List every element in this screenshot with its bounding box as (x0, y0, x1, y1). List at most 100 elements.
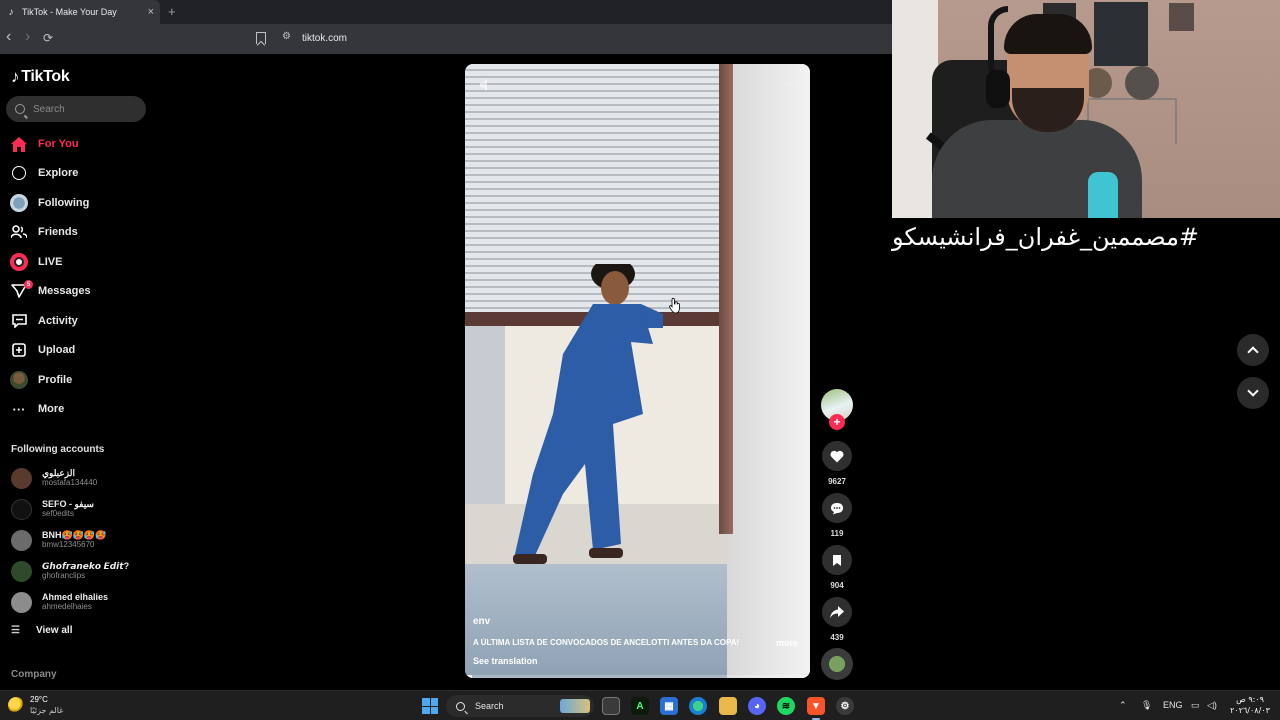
following-accounts-title: Following accounts (11, 444, 105, 455)
next-video-button[interactable] (1237, 377, 1269, 409)
back-icon[interactable]: ‹ (6, 28, 11, 46)
reload-icon[interactable]: ⟳ (43, 31, 53, 45)
logo-text: TikTok (21, 68, 70, 85)
messages-badge: 5 (24, 280, 33, 289)
account-name: SEFO - سيفو (42, 499, 94, 509)
sidebar-item-label: More (38, 403, 65, 415)
search-icon (456, 701, 465, 711)
sidebar-item-following[interactable]: Following (10, 192, 89, 214)
brave-browser-icon[interactable]: ▼ (807, 697, 825, 720)
account-item[interactable]: SEFO - سيفو sef0edits (11, 496, 94, 522)
mouse-cursor-icon (669, 298, 680, 314)
tray-overflow-icon[interactable]: ⌃ (1119, 700, 1127, 711)
account-handle: sef0edits (42, 509, 75, 518)
follow-button[interactable]: + (829, 414, 845, 430)
sidebar-item-activity[interactable]: Activity (10, 310, 78, 332)
search-placeholder: Search (33, 103, 65, 115)
microphone-icon[interactable]: 🎙 (1141, 700, 1152, 711)
task-view-icon[interactable] (602, 697, 620, 715)
video-player[interactable]: ··· env A ÚLTIMA LISTA DE CONVOCADOS DE … (465, 64, 810, 678)
app-icon-a[interactable]: A (631, 697, 649, 715)
tiktok-logo[interactable]: ♪ TikTok (11, 67, 70, 87)
view-all-button[interactable]: ☰ View all (11, 625, 72, 636)
account-item[interactable]: 𝙂𝙝𝙤𝙛𝙧𝙖𝙣𝙚𝙠𝙤 𝙀𝙙𝙞𝙩? ghofranclips (11, 558, 129, 584)
browser-tab[interactable]: ♪ TikTok - Make Your Day × (0, 0, 160, 24)
windows-taskbar: 29°C غالم جزئيًا Search A ▦ ◕ ≋ ▼ ⚙ ⌃ 🎙 … (0, 690, 1280, 720)
search-input[interactable]: Search (6, 96, 146, 122)
friends-icon (10, 223, 28, 241)
start-button[interactable] (422, 698, 438, 714)
account-item[interactable]: Ahmed elhalies ahmedelhaies (11, 589, 108, 615)
store-icon[interactable]: ▦ (660, 697, 678, 715)
sidebar-item-profile[interactable]: Profile (10, 369, 72, 391)
temperature: 29°C (30, 695, 48, 704)
file-explorer-icon[interactable] (719, 697, 737, 715)
video-options-icon[interactable]: ··· (783, 76, 796, 91)
url-field[interactable]: tiktok.com (302, 33, 347, 44)
account-handle: mostafa134440 (42, 478, 98, 487)
video-person (513, 264, 663, 564)
bookmark-icon[interactable] (256, 32, 266, 44)
sidebar-item-label: Friends (38, 226, 78, 238)
avatar (11, 591, 32, 613)
video-username[interactable]: env (473, 616, 490, 627)
sidebar-item-friends[interactable]: Friends (10, 221, 78, 243)
tab-close-icon[interactable]: × (148, 6, 154, 18)
caption-more-button[interactable]: more (776, 638, 798, 648)
mute-icon[interactable] (479, 78, 493, 92)
sidebar-item-explore[interactable]: Explore (10, 162, 78, 184)
account-item[interactable]: الزعبلوي mostafa134440 (11, 465, 97, 491)
webcam-overlay (892, 0, 1280, 218)
share-button[interactable] (822, 597, 852, 627)
save-button[interactable] (822, 545, 852, 575)
sidebar-item-messages[interactable]: 5 Messages (10, 280, 91, 302)
share-count: 439 (830, 633, 844, 642)
sidebar-item-more[interactable]: ··· More (10, 398, 65, 420)
avatar (11, 560, 32, 582)
see-translation-button[interactable]: See translation (473, 656, 538, 666)
profile-avatar-icon (10, 371, 28, 389)
sidebar-item-upload[interactable]: Upload (10, 339, 75, 361)
volume-icon[interactable]: ◁) (1207, 700, 1217, 711)
video-progress-bar[interactable] (465, 675, 810, 678)
sidebar-item-live[interactable]: LIVE (10, 251, 62, 273)
app-icon-settings[interactable]: ⚙ (836, 697, 854, 715)
view-all-label: View all (35, 625, 73, 636)
tiktok-favicon-icon: ♪ (8, 6, 14, 18)
hashtag-overlay: #مصممين_غفران_فرانشيسكو (892, 223, 1200, 251)
screen: ♪ TikTok - Make Your Day × + ‹ › ⟳ ⚙ tik… (0, 0, 1280, 720)
new-tab-button[interactable]: + (168, 4, 176, 19)
network-icon[interactable]: ▭ (1191, 700, 1200, 711)
sidebar-item-label: Activity (38, 315, 78, 327)
messages-icon: 5 (10, 280, 33, 300)
chevron-up-icon (1247, 346, 1259, 358)
taskbar-search[interactable]: Search (446, 695, 594, 717)
video-caption: A ÚLTIMA LISTA DE CONVOCADOS DE ANCELOTT… (473, 638, 740, 647)
sidebar-item-for-you[interactable]: For You (10, 133, 79, 155)
forward-icon[interactable]: › (25, 28, 30, 46)
comment-button[interactable] (822, 493, 852, 523)
clock[interactable]: ٩:٠٩ ص ٢٠٢٦/٠٨/٠٣ (1228, 694, 1272, 716)
site-info-icon[interactable]: ⚙ (282, 31, 291, 42)
sidebar-item-label: Following (38, 197, 90, 209)
sidebar-item-label: LIVE (38, 256, 63, 268)
edge-icon[interactable] (689, 697, 707, 715)
account-handle: bmw12345670 (42, 540, 95, 549)
weather-widget[interactable]: 29°C غالم جزئيًا (8, 694, 63, 716)
account-item[interactable]: BNH🥵🥵🥵🥵 bmw12345670 (11, 527, 106, 553)
video-progress-fill (465, 675, 472, 678)
account-name: 𝙂𝙝𝙤𝙛𝙧𝙖𝙣𝙚𝙠𝙤 𝙀𝙙𝙞𝙩? (42, 561, 130, 571)
spotify-icon[interactable]: ≋ (777, 697, 795, 715)
discord-icon[interactable]: ◕ (748, 697, 766, 715)
taskbar-search-label: Search (475, 701, 504, 711)
previous-video-button[interactable] (1237, 334, 1269, 366)
avatar (11, 498, 32, 520)
comment-count: 119 (830, 529, 844, 538)
search-highlight-image (560, 699, 590, 713)
account-handle: ghofranclips (42, 571, 86, 580)
avatar (11, 529, 32, 551)
company-link[interactable]: Company (11, 669, 57, 680)
language-indicator[interactable]: ENG (1163, 700, 1183, 710)
music-disc-icon[interactable] (821, 648, 853, 680)
like-button[interactable] (822, 441, 852, 471)
